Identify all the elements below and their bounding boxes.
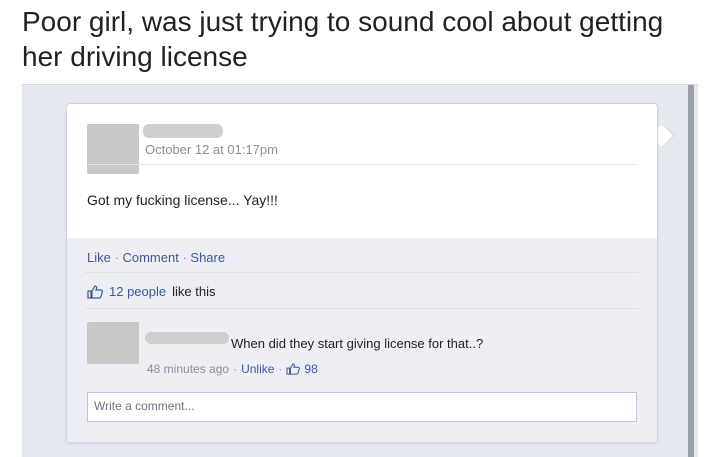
likes-suffix: like this bbox=[172, 284, 216, 299]
poster-avatar[interactable] bbox=[87, 124, 139, 174]
commenter-name-blurred[interactable] bbox=[145, 332, 229, 344]
likes-count-link[interactable]: 12 people bbox=[109, 284, 166, 299]
meme-caption: Poor girl, was just trying to sound cool… bbox=[22, 6, 664, 72]
screenshot-frame: October 12 at 01:17pm Got my fucking lic… bbox=[22, 84, 698, 457]
post-actions: Like · Comment · Share bbox=[87, 250, 225, 265]
comment-text: When did they start giving license for t… bbox=[231, 336, 484, 351]
post-timestamp[interactable]: October 12 at 01:17pm bbox=[145, 142, 278, 157]
share-link[interactable]: Share bbox=[190, 250, 225, 265]
commenter-avatar[interactable] bbox=[87, 322, 139, 364]
facebook-post-card: October 12 at 01:17pm Got my fucking lic… bbox=[66, 103, 658, 443]
header-divider bbox=[87, 164, 637, 165]
thumbs-up-icon bbox=[286, 363, 301, 375]
comment-like-count[interactable]: 98 bbox=[304, 362, 317, 376]
row-divider bbox=[85, 272, 639, 273]
write-comment-placeholder: Write a comment... bbox=[94, 399, 195, 413]
thumbs-up-icon bbox=[87, 284, 103, 299]
row-divider bbox=[85, 308, 639, 309]
separator: · bbox=[114, 250, 119, 265]
scrollbar[interactable] bbox=[688, 85, 694, 457]
like-link[interactable]: Like bbox=[87, 250, 111, 265]
comment-time[interactable]: 48 minutes ago bbox=[147, 362, 229, 376]
write-comment-field[interactable]: Write a comment... bbox=[87, 392, 637, 422]
post-text: Got my fucking license... Yay!!! bbox=[87, 192, 278, 208]
separator: · bbox=[278, 362, 283, 376]
comment-link[interactable]: Comment bbox=[122, 250, 178, 265]
separator: · bbox=[182, 250, 187, 265]
comment-meta: 48 minutes ago · Unlike · 98 bbox=[147, 362, 318, 376]
separator: · bbox=[233, 362, 238, 376]
poster-name-blurred[interactable] bbox=[143, 124, 223, 138]
likes-summary: 12 people like this bbox=[87, 284, 215, 299]
unlike-link[interactable]: Unlike bbox=[241, 362, 274, 376]
